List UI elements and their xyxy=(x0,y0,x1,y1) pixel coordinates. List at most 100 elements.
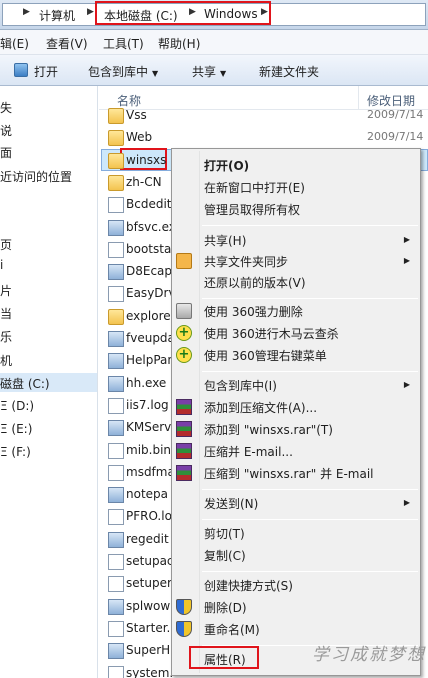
file-name: splwow xyxy=(126,599,171,613)
nav-item[interactable]: 失 xyxy=(0,99,12,116)
menu-view[interactable]: 查看(V) xyxy=(46,35,88,52)
folder-icon xyxy=(108,175,124,191)
menu-separator xyxy=(202,225,418,226)
winrar-icon xyxy=(176,421,192,437)
doc-icon xyxy=(108,554,124,570)
exe-icon xyxy=(108,331,124,347)
menu-item-compress-rar-email[interactable]: 压缩到 "winsxs.rar" 并 E-mail xyxy=(204,465,374,482)
menu-separator xyxy=(202,519,418,520)
file-name: setupac xyxy=(126,554,174,568)
file-name: bootsta xyxy=(126,242,172,256)
file-name: Web xyxy=(126,130,153,144)
nav-item[interactable]: 面 xyxy=(0,144,12,161)
doc-icon xyxy=(108,286,124,302)
folder-icon xyxy=(108,153,124,169)
navigation-pane: 失 说 面 近访问的位置 页 i 片 当 乐 机 磁盘 (C:) Ξ (D:) … xyxy=(0,86,98,678)
menu-separator xyxy=(202,298,418,299)
submenu-arrow-icon: ▶ xyxy=(403,380,410,389)
toolbar: 打开 包含到库中 ▼ 共享 ▼ 新建文件夹 xyxy=(0,55,428,86)
menu-item-add-to-rar[interactable]: 添加到 "winsxs.rar"(T) xyxy=(204,421,333,438)
menu-item-cut[interactable]: 剪切(T) xyxy=(204,525,245,542)
force-delete-icon xyxy=(176,303,192,319)
menu-help[interactable]: 帮助(H) xyxy=(158,35,200,52)
menu-item-compress-email[interactable]: 压缩并 E-mail... xyxy=(204,443,293,460)
doc-icon xyxy=(108,576,124,592)
exe-icon xyxy=(108,376,124,392)
menu-item-take-ownership[interactable]: 管理员取得所有权 xyxy=(204,201,300,218)
menu-item-open[interactable]: 打开(O) xyxy=(204,157,249,174)
doc-icon xyxy=(108,443,124,459)
menu-item-360-force-delete[interactable]: 使用 360强力删除 xyxy=(204,303,303,320)
submenu-arrow-icon: ▶ xyxy=(403,256,410,265)
doc-icon xyxy=(108,242,124,258)
file-name: Vss xyxy=(126,108,147,122)
menu-item-include-library[interactable]: 包含到库中(I) xyxy=(204,377,277,394)
nav-item[interactable]: 片 xyxy=(0,282,12,299)
menu-item-360-manage-menu[interactable]: 使用 360管理右键菜单 xyxy=(204,347,327,364)
watermark: 学习成就梦想 xyxy=(312,645,426,665)
include-library-label: 包含到库中 xyxy=(88,65,149,79)
file-name: KMServ xyxy=(126,420,172,434)
menu-item-copy[interactable]: 复制(C) xyxy=(204,547,246,564)
menu-item-add-archive[interactable]: 添加到压缩文件(A)... xyxy=(204,399,317,416)
file-row[interactable]: Web 2009/7/14 xyxy=(105,127,428,149)
exe-icon xyxy=(108,643,124,659)
breadcrumb-computer[interactable]: 计算机 xyxy=(39,7,75,24)
exe-icon xyxy=(108,264,124,280)
exe-icon xyxy=(108,420,124,436)
chevron-right-icon[interactable]: ▶ xyxy=(23,7,30,17)
nav-item-local-disk-c[interactable]: 磁盘 (C:) xyxy=(0,375,50,392)
doc-icon xyxy=(108,509,124,525)
new-folder-button[interactable]: 新建文件夹 xyxy=(259,63,319,80)
open-button[interactable]: 打开 xyxy=(34,63,58,80)
menu-item-open-new-window[interactable]: 在新窗口中打开(E) xyxy=(204,179,305,196)
nav-item-drive-d[interactable]: Ξ (D:) xyxy=(0,399,34,413)
menu-item-restore-previous[interactable]: 还原以前的版本(V) xyxy=(204,274,306,291)
nav-item[interactable]: 当 xyxy=(0,305,12,322)
file-name: regedit xyxy=(126,532,169,546)
nav-item-drive-e[interactable]: Ξ (E:) xyxy=(0,422,32,436)
uac-shield-icon xyxy=(176,621,192,637)
nav-item[interactable]: 乐 xyxy=(0,328,12,345)
nav-item-recent-places[interactable]: 近访问的位置 xyxy=(0,168,72,185)
winrar-icon xyxy=(176,465,192,481)
exe-icon xyxy=(108,487,124,503)
menu-separator xyxy=(202,371,418,372)
menu-item-delete[interactable]: 删除(D) xyxy=(204,599,247,616)
file-name: hh.exe xyxy=(126,376,167,390)
share-sync-icon xyxy=(176,253,192,269)
nav-item-computer[interactable]: 机 xyxy=(0,352,12,369)
share-label: 共享 xyxy=(192,65,217,79)
share-button[interactable]: 共享 ▼ xyxy=(192,63,226,80)
menu-item-shared-folder-sync[interactable]: 共享文件夹同步 xyxy=(204,253,288,270)
doc-icon xyxy=(108,465,124,481)
file-name: HelpPan xyxy=(126,353,176,367)
menu-tools[interactable]: 工具(T) xyxy=(103,35,144,52)
menu-gutter xyxy=(199,151,200,673)
menu-item-create-shortcut[interactable]: 创建快捷方式(S) xyxy=(204,577,293,594)
360-plus-icon: + xyxy=(176,325,192,341)
file-name: zh-CN xyxy=(126,175,162,189)
menu-item-rename[interactable]: 重命名(M) xyxy=(204,621,260,638)
winrar-icon xyxy=(176,399,192,415)
file-row[interactable]: Vss 2009/7/14 xyxy=(105,105,428,127)
file-name: iis7.log xyxy=(126,398,169,412)
address-bar: ▶ 计算机 ▶ 本地磁盘 (C:) ▶ Windows ▶ xyxy=(0,0,428,30)
menu-item-360-trojan-scan[interactable]: 使用 360进行木马云查杀 xyxy=(204,325,339,342)
nav-item[interactable]: 说 xyxy=(0,122,12,139)
file-name: setuper xyxy=(126,576,172,590)
menu-item-send-to[interactable]: 发送到(N) xyxy=(204,495,258,512)
nav-item[interactable]: i xyxy=(0,258,3,272)
open-icon xyxy=(14,63,28,77)
menu-item-share[interactable]: 共享(H) xyxy=(204,232,246,249)
nav-item[interactable]: 页 xyxy=(0,236,12,253)
nav-item-drive-f[interactable]: Ξ (F:) xyxy=(0,445,31,459)
chevron-right-icon[interactable]: ▶ xyxy=(87,7,94,17)
file-date: 2009/7/14 xyxy=(367,108,424,121)
file-name: Starter. xyxy=(126,621,171,635)
doc-icon xyxy=(108,398,124,414)
menu-separator xyxy=(202,571,418,572)
menu-edit[interactable]: 辑(E) xyxy=(0,35,29,52)
folder-icon xyxy=(108,309,124,325)
include-library-button[interactable]: 包含到库中 ▼ xyxy=(88,63,158,80)
